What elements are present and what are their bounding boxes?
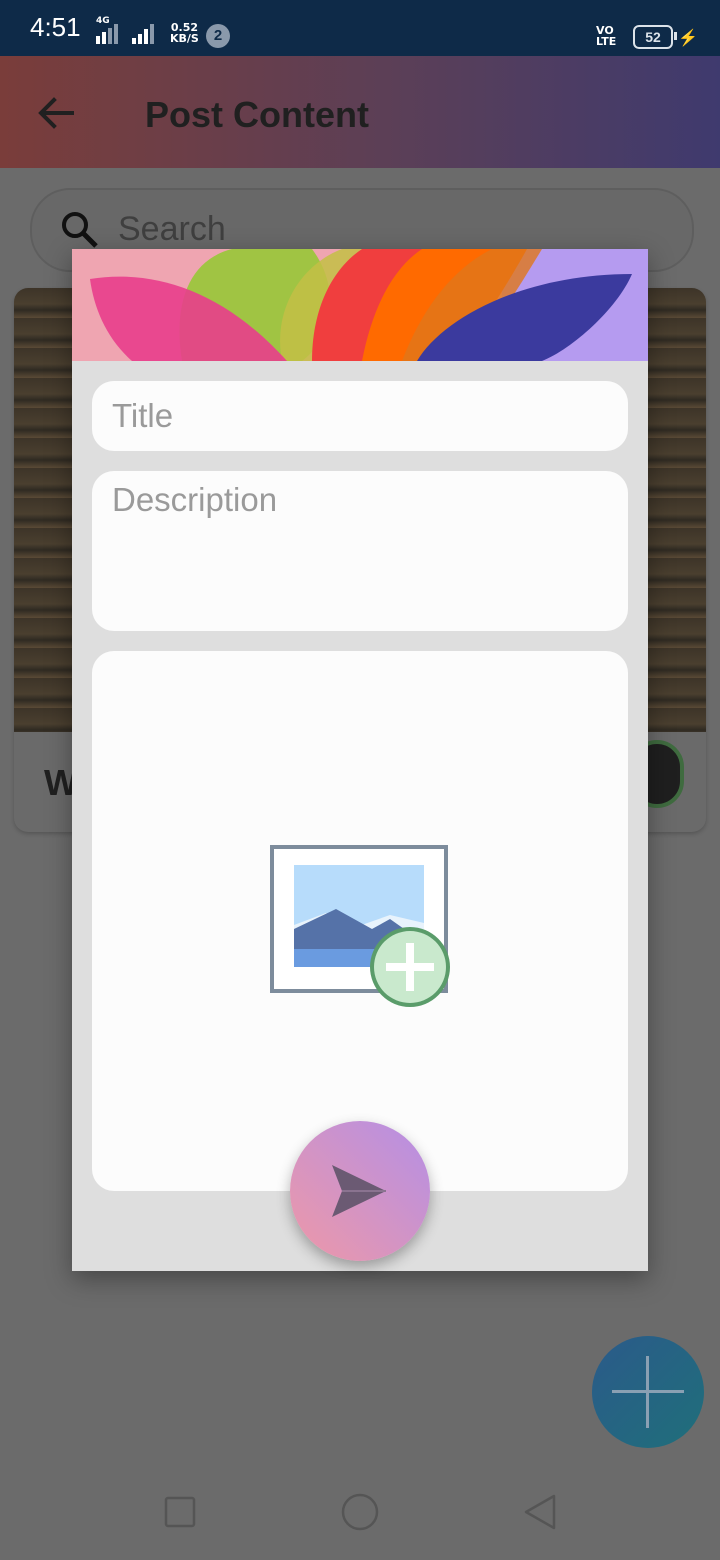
navigation-bar xyxy=(0,1460,720,1560)
battery-icon: 52 xyxy=(633,25,673,49)
app-bar: Post Content xyxy=(0,56,720,168)
post-dialog: Title Description xyxy=(72,249,648,1271)
volte-indicator: VO LTE xyxy=(596,25,616,47)
battery-tip xyxy=(674,32,677,40)
charging-icon: ⚡ xyxy=(678,30,698,47)
add-post-button[interactable] xyxy=(592,1336,704,1448)
status-bar: 4:51 4G 0.52 KB/S 2 VO LTE 52 ⚡ xyxy=(0,0,720,56)
send-icon xyxy=(332,1165,386,1217)
arrow-back-icon[interactable] xyxy=(36,96,76,130)
dialog-banner xyxy=(72,249,648,361)
description-placeholder: Description xyxy=(112,481,278,518)
net-speed: 0.52 KB/S xyxy=(170,22,199,44)
image-picker-area[interactable] xyxy=(92,651,628,1191)
title-field[interactable]: Title xyxy=(92,381,628,451)
send-button[interactable] xyxy=(290,1121,430,1261)
circle-icon[interactable] xyxy=(340,1492,380,1532)
search-icon xyxy=(62,212,98,248)
title-placeholder: Title xyxy=(112,397,174,434)
signal-icon: 4G xyxy=(96,16,154,44)
search-input[interactable]: Search xyxy=(118,210,226,249)
status-time: 4:51 xyxy=(30,12,81,42)
page-title: Post Content xyxy=(145,94,369,135)
plus-icon-vertical xyxy=(646,1356,649,1428)
svg-text:4G: 4G xyxy=(96,16,110,26)
notification-badge: 2 xyxy=(206,24,230,48)
volte-bottom: LTE xyxy=(596,35,617,48)
square-icon[interactable] xyxy=(164,1496,196,1528)
add-image-icon[interactable] xyxy=(270,845,460,1025)
net-speed-unit: KB/S xyxy=(170,32,199,45)
triangle-back-icon[interactable] xyxy=(522,1494,558,1530)
description-field[interactable]: Description xyxy=(92,471,628,631)
